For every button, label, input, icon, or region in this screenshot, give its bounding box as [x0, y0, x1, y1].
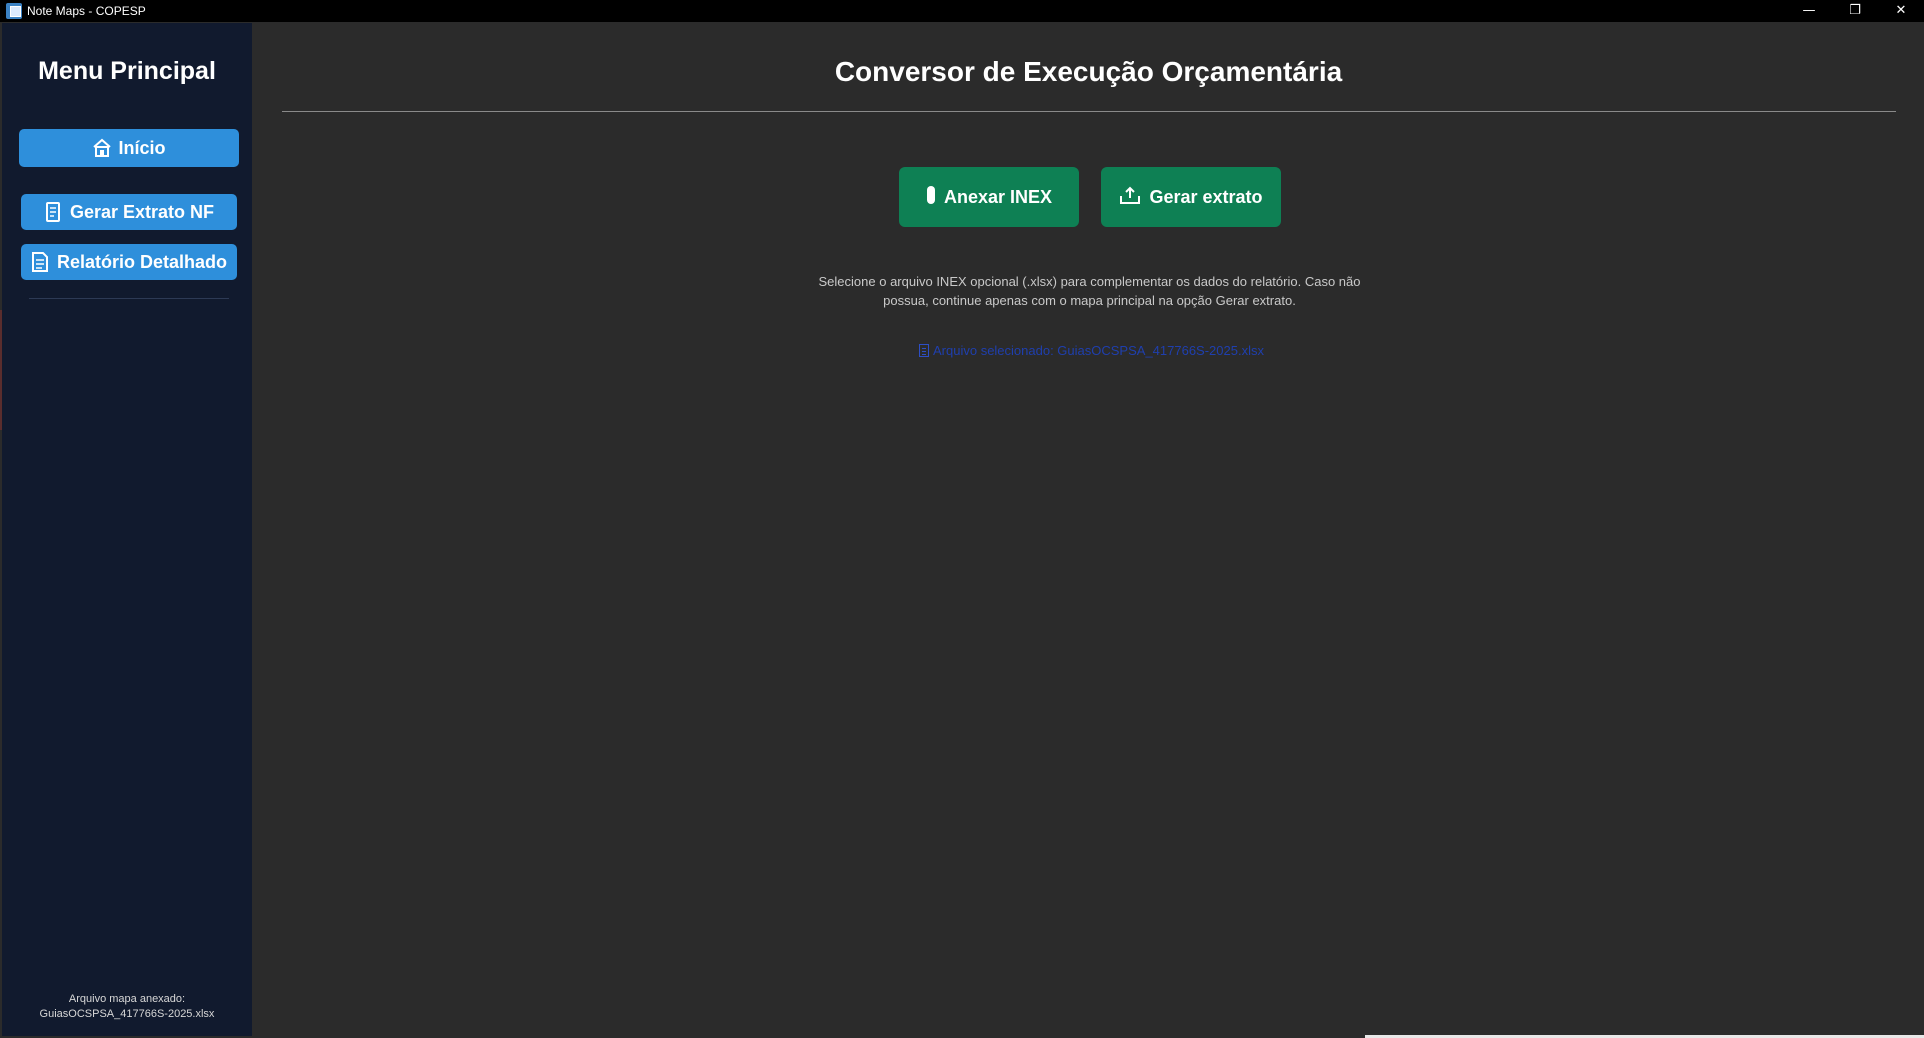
sidebar-item-label: Gerar Extrato NF	[69, 201, 215, 222]
home-icon	[92, 138, 112, 158]
sidebar-title: Menu Principal	[38, 57, 216, 85]
attached-map-filename: GuiasOCSPSA_417766S-2025.xlsx	[39, 1008, 215, 1020]
help-text-line: possua, continue apenas com o mapa princ…	[883, 293, 1296, 308]
anexar-inex-label: Anexar INEX	[943, 186, 1053, 207]
title-bar: Note Maps - COPESP — ❐ ✕	[0, 0, 1924, 22]
app-window: Note Maps - COPESP — ❐ ✕ Menu Principal …	[0, 0, 1924, 1038]
paperclip-icon	[926, 185, 936, 210]
help-text: Selecione o arquivo INEX opcional (.xlsx…	[782, 272, 1397, 310]
attached-map-label: Arquivo mapa anexado:	[68, 993, 186, 1005]
minimize-button[interactable]: —	[1786, 0, 1832, 22]
restore-button[interactable]: ❐	[1832, 0, 1878, 22]
attached-map-info: Arquivo mapa anexado: GuiasOCSPSA_417766…	[2, 992, 252, 1022]
sidebar-item-gerar-extrato-nf[interactable]: Gerar Extrato NF	[21, 194, 237, 230]
gerar-extrato-button[interactable]: Gerar extrato	[1101, 167, 1281, 227]
sidebar-divider	[29, 298, 229, 299]
anexar-inex-button[interactable]: Anexar INEX	[899, 167, 1079, 227]
selected-file-text: Arquivo selecionado: GuiasOCSPSA_417766S…	[933, 343, 1264, 358]
title-divider	[282, 111, 1896, 112]
gerar-extrato-label: Gerar extrato	[1149, 186, 1263, 207]
sidebar-item-label: Início	[118, 137, 166, 158]
sidebar-item-relatorio-detalhado[interactable]: Relatório Detalhado	[21, 244, 237, 280]
close-button[interactable]: ✕	[1878, 0, 1924, 22]
sidebar-item-label: Relatório Detalhado	[56, 251, 228, 272]
page-title: Conversor de Execução Orçamentária	[834, 56, 1343, 87]
help-text-line: Selecione o arquivo INEX opcional (.xlsx…	[818, 274, 1361, 289]
document-icon	[31, 252, 49, 272]
window-title: Note Maps - COPESP	[27, 4, 146, 18]
sidebar: Menu Principal Início Gerar Extrato NF R…	[2, 23, 252, 1036]
selected-file-status: Arquivo selecionado: GuiasOCSPSA_417766S…	[919, 343, 1264, 358]
sidebar-item-inicio[interactable]: Início	[19, 129, 239, 167]
app-icon	[6, 3, 22, 19]
upload-tray-icon	[1119, 185, 1141, 210]
receipt-icon	[44, 202, 62, 222]
file-icon	[919, 344, 929, 357]
